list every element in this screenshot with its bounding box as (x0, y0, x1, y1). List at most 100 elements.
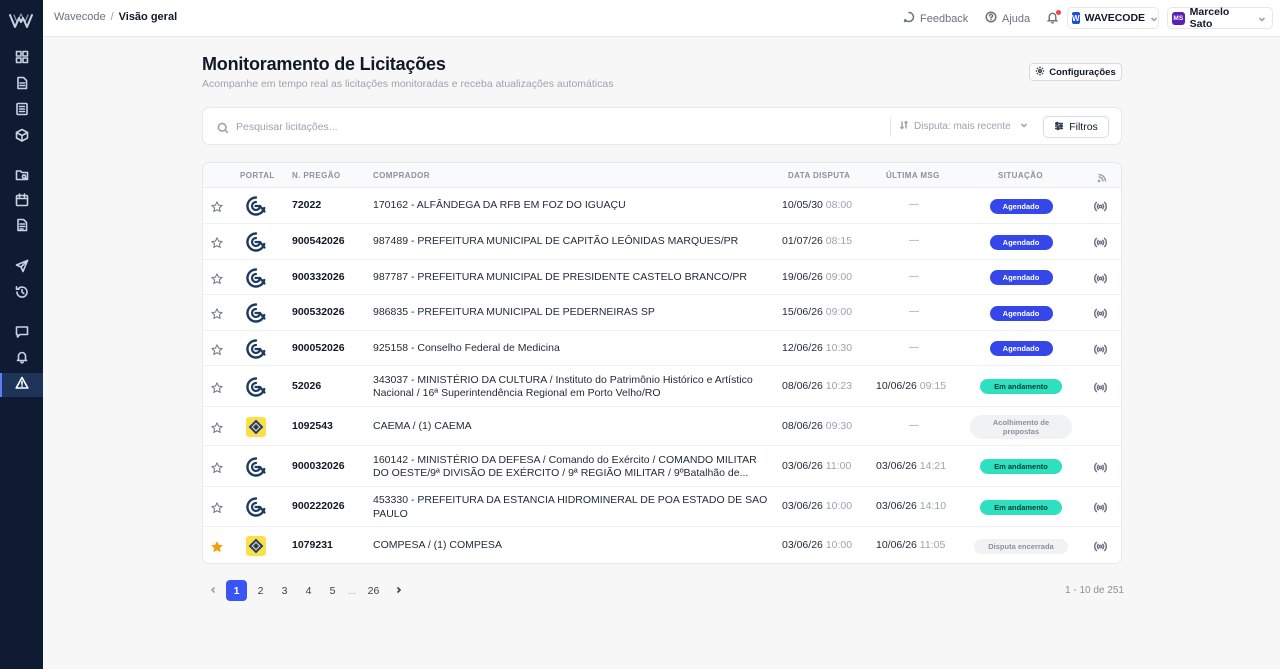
pagination-prev-button[interactable] (202, 580, 223, 601)
ultima-msg-date: 03/06/26 (876, 500, 917, 512)
table-row[interactable]: 900542026 987489 - PREFEITURA MUNICIPAL D… (203, 224, 1121, 260)
settings-button[interactable]: Configurações (1029, 63, 1122, 81)
feedback-label: Feedback (920, 12, 969, 25)
ultima-msg-time: 11:05 (919, 539, 946, 551)
filters-button[interactable]: Filtros (1043, 116, 1109, 138)
data-disputa-time: 08:00 (825, 199, 853, 211)
data-disputa-time: 11:00 (825, 459, 852, 472)
feedback-button[interactable]: Feedback (903, 11, 968, 26)
status-badge: Agendado (989, 198, 1053, 214)
ultima-msg-date: 10/06/26 (876, 539, 917, 551)
sidebar-item-messages[interactable] (11, 323, 33, 345)
monitor-signal-icon[interactable] (1094, 501, 1107, 514)
search-input[interactable] (236, 117, 876, 137)
divider (890, 117, 891, 137)
status-badge: Agendado (989, 234, 1053, 250)
column-header-pregao[interactable]: N. PREGÃO (292, 171, 341, 180)
table-row[interactable]: 900032026 160142 - MINISTÉRIO DA DEFESA /… (203, 446, 1121, 487)
table-row[interactable]: 52026 343037 - MINISTÉRIO DA CULTURA / In… (203, 366, 1121, 407)
sidebar-item-documents[interactable] (11, 216, 33, 238)
ultima-msg: 03/06/26 14:21 (876, 460, 946, 472)
user-menu[interactable]: MS Marcelo Sato (1167, 6, 1273, 30)
help-button[interactable]: Ajuda (985, 11, 1030, 26)
status-badge: Agendado (989, 305, 1053, 321)
favorite-star-icon[interactable] (211, 343, 224, 356)
history-icon (15, 285, 29, 304)
favorite-star-icon[interactable] (211, 272, 224, 285)
chevron-left-icon (209, 585, 217, 597)
monitor-signal-icon[interactable] (1094, 540, 1107, 553)
sidebar-item-files[interactable] (11, 74, 33, 96)
data-disputa: 12/06/26 10:30 (782, 342, 852, 354)
pregao-number: 72022 (292, 199, 322, 211)
pagination-next-button[interactable] (388, 580, 409, 601)
column-header-data-disputa[interactable]: DATA DISPUTA (788, 171, 850, 180)
portal-logo-icon (245, 338, 267, 360)
data-disputa-date: 08/06/26 (782, 419, 823, 432)
portal-logo-icon (245, 302, 267, 324)
monitor-signal-icon[interactable] (1094, 343, 1107, 356)
workspace-selector[interactable]: W WAVECODE (1067, 7, 1159, 29)
sidebar-active-indicator (0, 373, 2, 397)
table-row[interactable]: 72022 170162 - ALFÂNDEGA DA RFB EM FOZ DO… (203, 188, 1121, 224)
sidebar-item-news[interactable] (11, 100, 33, 122)
table-row[interactable]: 900052026 925158 - Conselho Federal de Me… (203, 331, 1121, 366)
column-header-ultima-msg[interactable]: ÚLTIMA MSG (886, 171, 940, 180)
wavecode-logo[interactable] (8, 10, 34, 32)
search-icon (217, 121, 229, 134)
favorite-star-icon[interactable] (211, 307, 224, 320)
favorite-star-icon[interactable] (211, 421, 224, 434)
pagination-page[interactable]: 2 (250, 580, 271, 601)
sidebar-item-search-folder[interactable] (11, 166, 33, 188)
bell-icon (15, 350, 29, 369)
breadcrumb-current: Visão geral (118, 11, 178, 23)
message-icon (15, 325, 29, 344)
data-disputa-date: 03/06/26 (782, 500, 823, 512)
sidebar-item-alerts[interactable] (11, 374, 33, 396)
ultima-msg-date: 10/06/26 (876, 379, 917, 392)
notifications-button[interactable] (1046, 10, 1061, 25)
help-circle-icon (985, 11, 997, 26)
pagination-page[interactable]: 3 (274, 580, 295, 601)
favorite-star-icon[interactable] (211, 381, 224, 394)
table-row[interactable]: 1079231 COMPESA / (1) COMPESA 03/06/26 10:… (203, 527, 1121, 563)
sidebar-item-dashboard[interactable] (11, 48, 33, 70)
comprador-name: 986835 - PREFEITURA MUNICIPAL DE PEDERNE… (373, 306, 655, 318)
sidebar-item-calendar[interactable] (11, 191, 33, 213)
sidebar-item-notifications[interactable] (11, 348, 33, 370)
pregao-number: 900222026 (292, 500, 345, 512)
monitor-signal-icon[interactable] (1094, 307, 1107, 320)
ultima-msg-empty: — (909, 419, 919, 431)
pagination-page[interactable]: 26 (363, 580, 384, 601)
monitor-signal-icon[interactable] (1094, 381, 1107, 394)
pagination-page[interactable]: 4 (298, 580, 319, 601)
column-header-comprador[interactable]: COMPRADOR (373, 171, 430, 180)
sort-dropdown[interactable]: Disputa: mais recente (899, 120, 1028, 133)
sidebar-item-history[interactable] (11, 283, 33, 305)
sidebar-item-send[interactable] (11, 257, 33, 279)
monitor-signal-icon[interactable] (1094, 461, 1107, 474)
table-row[interactable]: 1092543 CAEMA / (1) CAEMA 08/06/26 09:30 — A… (203, 407, 1121, 446)
table-row[interactable]: 900222026 453330 - PREFEITURA DA ESTANCIA… (203, 487, 1121, 527)
table-row[interactable]: 900332026 987787 - PREFEITURA MUNICIPAL D… (203, 260, 1121, 295)
data-disputa-date: 03/06/26 (782, 459, 823, 472)
pagination-page[interactable]: 1 (226, 580, 247, 601)
pagination-page[interactable]: 5 (322, 580, 343, 601)
breadcrumb-root[interactable]: Wavecode (54, 11, 106, 23)
favorite-star-icon[interactable] (211, 540, 224, 553)
column-header-situacao[interactable]: SITUAÇÃO (998, 171, 1043, 180)
favorite-star-icon[interactable] (211, 461, 224, 474)
bids-table: PORTAL N. PREGÃO COMPRADOR DATA DISPUTA … (202, 162, 1122, 564)
portal-logo-icon (245, 535, 267, 557)
column-header-portal[interactable]: PORTAL (240, 171, 275, 180)
favorite-star-icon[interactable] (211, 200, 224, 213)
status-badge: Em andamento (980, 379, 1062, 394)
page-subtitle: Acompanhe em tempo real as licitações mo… (202, 78, 614, 90)
monitor-signal-icon[interactable] (1094, 236, 1107, 249)
favorite-star-icon[interactable] (211, 501, 224, 514)
sidebar-item-products[interactable] (11, 126, 33, 148)
monitor-signal-icon[interactable] (1094, 272, 1107, 285)
favorite-star-icon[interactable] (211, 236, 224, 249)
monitor-signal-icon[interactable] (1094, 200, 1107, 213)
table-row[interactable]: 900532026 986835 - PREFEITURA MUNICIPAL D… (203, 295, 1121, 331)
